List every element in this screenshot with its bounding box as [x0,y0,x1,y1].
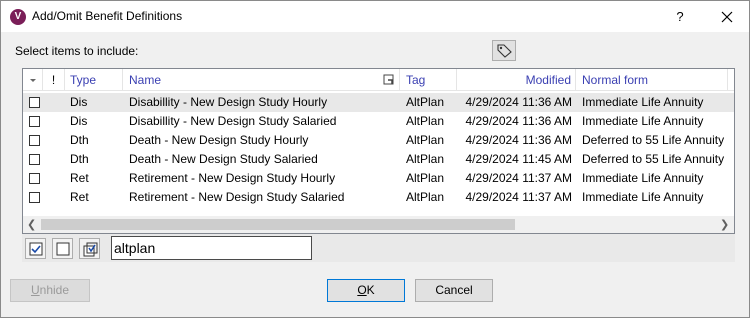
row-checkbox[interactable] [29,192,40,203]
cancel-button[interactable]: Cancel [415,279,493,302]
grid-header: ! Type Name Tag Modified Normal form [23,69,734,91]
filter-input[interactable] [111,236,312,260]
row-checkbox[interactable] [29,154,40,165]
table-row[interactable]: Ret Retirement - New Design Study Hourly… [23,169,734,188]
column-header-type[interactable]: Type [65,69,123,91]
column-header-modified[interactable]: Modified [457,69,576,91]
tag-icon [497,44,512,58]
row-normal-form: Immediate Life Annuity [582,114,704,128]
row-normal-form: Deferred to 55 Life Annuity [582,133,725,147]
column-header-normal-form[interactable]: Normal form [576,69,728,91]
table-row[interactable]: Dis Disabillity - New Design Study Salar… [23,112,734,131]
row-tag: AltPlan [406,133,445,147]
row-type: Dth [70,133,89,147]
column-header-name[interactable]: Name [123,69,378,91]
row-checkbox[interactable] [29,135,40,146]
scroll-left-icon[interactable]: ❮ [27,218,36,231]
row-checkbox[interactable] [29,173,40,184]
sort-down-icon [30,79,36,82]
row-checkbox[interactable] [29,116,40,127]
table-row[interactable]: Dis Disabillity - New Design Study Hourl… [23,93,734,112]
row-type: Ret [70,171,89,185]
column-chooser-header[interactable] [378,69,400,91]
row-modified: 4/29/2024 11:36 AM [465,133,572,147]
row-name: Retirement - New Design Study Hourly [129,171,336,185]
row-normal-form: Immediate Life Annuity [582,190,704,204]
empty-box-icon [56,242,70,256]
row-type: Dis [70,95,88,109]
scroll-right-icon[interactable]: ❯ [720,218,729,231]
row-checkbox[interactable] [29,97,40,108]
row-modified: 4/29/2024 11:36 AM [465,114,572,128]
row-tag: AltPlan [406,171,445,185]
row-name: Death - New Design Study Hourly [129,133,309,147]
row-modified: 4/29/2024 11:37 AM [465,190,572,204]
window-title: Add/Omit Benefit Definitions [32,9,183,23]
row-normal-form: Deferred to 55 Life Annuity [582,152,725,166]
tag-filter-button[interactable] [492,40,516,61]
row-modified: 4/29/2024 11:45 AM [465,152,572,166]
row-name: Death - New Design Study Salaried [129,152,318,166]
row-type: Dth [70,152,89,166]
ok-mnemonic: O [357,283,367,297]
row-type: Ret [70,190,89,204]
row-tag: AltPlan [406,114,445,128]
row-type: Dis [70,114,88,128]
benefit-definitions-grid: ! Type Name Tag Modified Normal form Dis… [22,68,735,234]
close-button[interactable] [707,5,747,29]
table-row[interactable]: Dth Death - New Design Study Salaried Al… [23,150,734,169]
scrollbar-thumb[interactable] [41,219,515,230]
unhide-label: nhide [39,283,70,297]
filter-bar [22,234,735,262]
unhide-mnemonic: U [30,283,40,297]
horizontal-scrollbar[interactable]: ❮ ❯ [23,216,734,233]
row-name: Disabillity - New Design Study Salaried [129,114,337,128]
row-normal-form: Immediate Life Annuity [582,95,704,109]
table-row[interactable]: Ret Retirement - New Design Study Salari… [23,188,734,207]
row-name: Disabillity - New Design Study Hourly [129,95,328,109]
column-header-tag[interactable]: Tag [400,69,457,91]
select-all-header[interactable] [23,69,43,91]
unhide-button[interactable]: Unhide [10,279,90,302]
row-tag: AltPlan [406,95,445,109]
uncheck-all-button[interactable] [52,238,73,259]
column-header-flag[interactable]: ! [43,69,65,91]
invert-selection-button[interactable] [79,238,100,259]
invert-check-icon [83,242,98,257]
row-normal-form: Immediate Life Annuity [582,171,704,185]
check-all-button[interactable] [25,238,46,259]
select-items-label: Select items to include: [15,44,139,58]
row-name: Retirement - New Design Study Salaried [129,190,345,204]
close-icon [721,11,733,23]
row-modified: 4/29/2024 11:36 AM [465,95,572,109]
ok-button[interactable]: OK [327,279,405,302]
app-logo-icon: V [10,9,26,25]
checked-box-icon [29,242,43,256]
table-row[interactable]: Dth Death - New Design Study Hourly AltP… [23,131,734,150]
column-chooser-icon [383,74,394,85]
help-button[interactable]: ? [665,5,695,29]
title-bar: V Add/Omit Benefit Definitions ? [1,1,749,32]
row-modified: 4/29/2024 11:37 AM [465,171,572,185]
row-tag: AltPlan [406,152,445,166]
ok-label: K [366,283,375,297]
dialog-window: V Add/Omit Benefit Definitions ? Select … [0,0,750,318]
row-tag: AltPlan [406,190,445,204]
